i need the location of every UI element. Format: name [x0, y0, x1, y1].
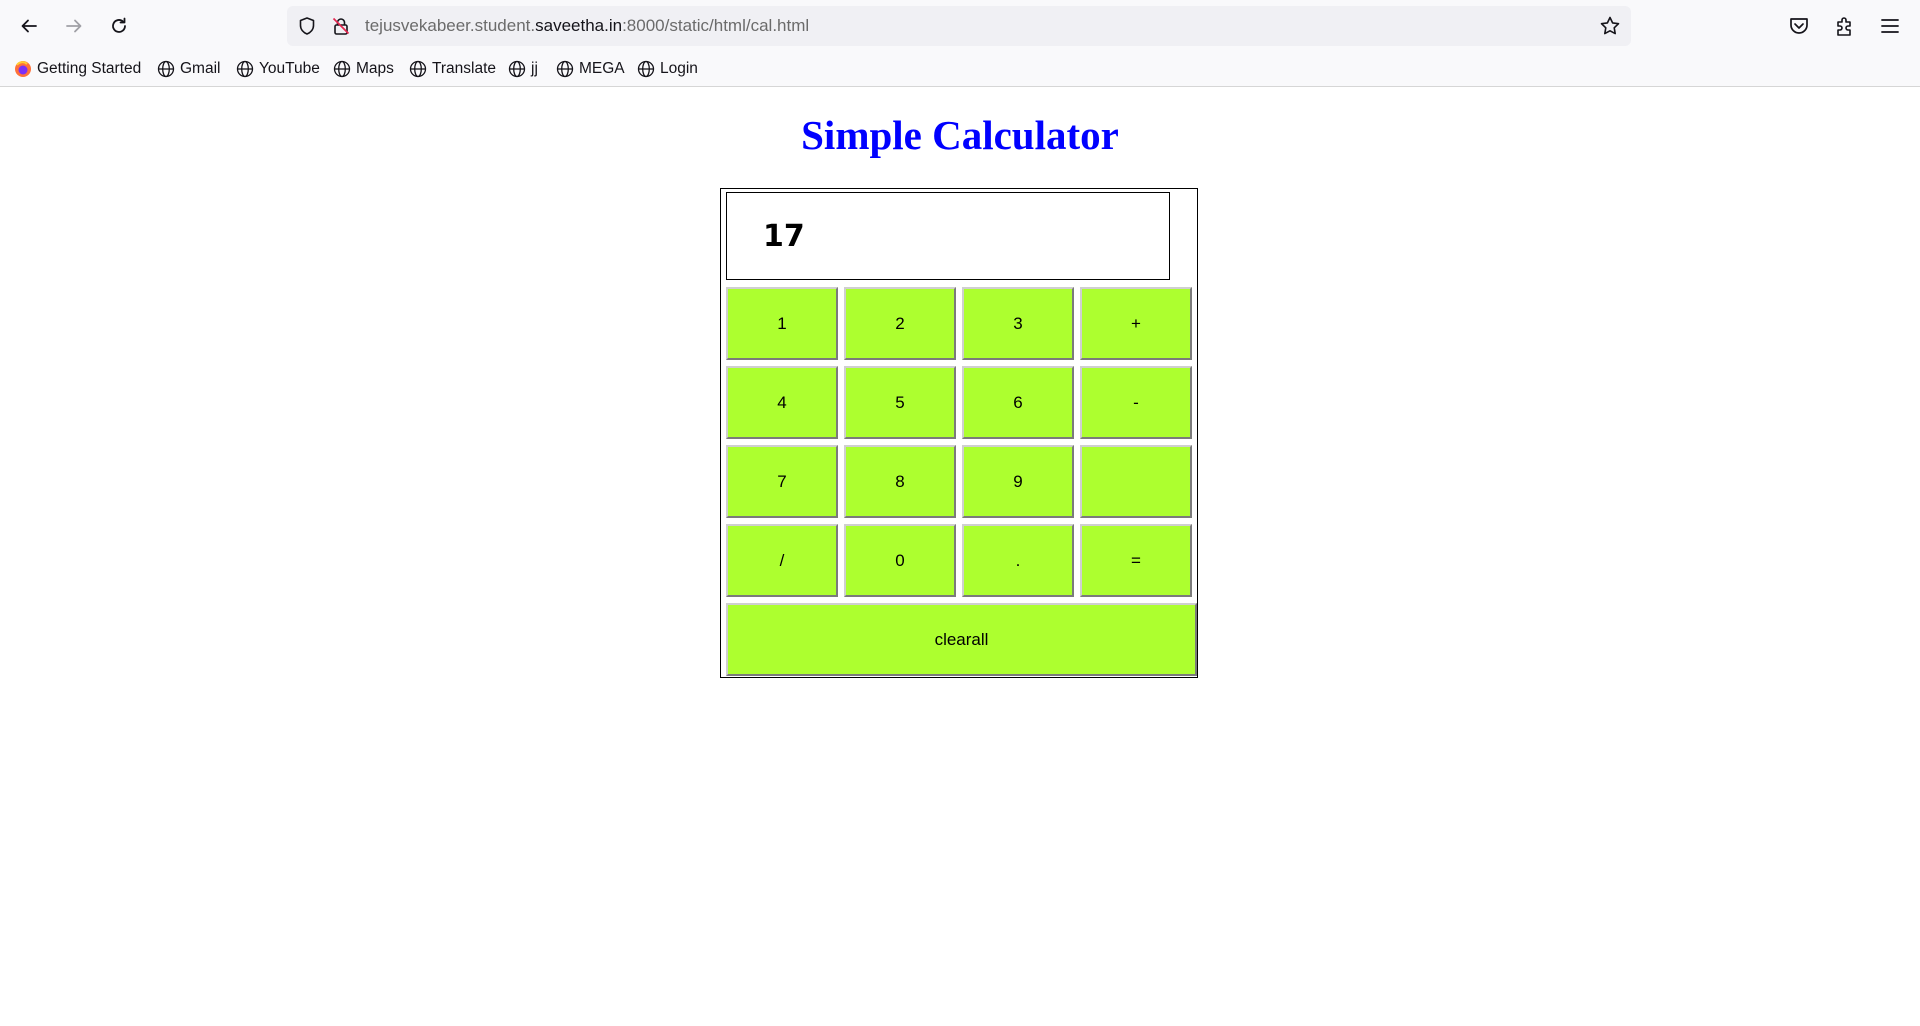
- url-suffix: :8000/static/html/cal.html: [622, 16, 810, 35]
- extensions-icon[interactable]: [1833, 14, 1857, 38]
- bookmark-label: Translate: [432, 60, 497, 77]
- bookmark-translate[interactable]: Translate: [409, 59, 496, 79]
- key-1[interactable]: 1: [726, 287, 838, 360]
- back-button[interactable]: [12, 9, 46, 43]
- key-2[interactable]: 2: [844, 287, 956, 360]
- globe-icon: [556, 60, 574, 78]
- bookmark-star-icon[interactable]: [1599, 15, 1621, 37]
- bookmark-login[interactable]: Login: [637, 59, 698, 79]
- bookmark-label: Getting Started: [37, 60, 142, 77]
- key-blank[interactable]: [1080, 445, 1192, 518]
- key-minus[interactable]: -: [1080, 366, 1192, 439]
- page-title: Simple Calculator: [801, 112, 1119, 158]
- insecure-lock-icon[interactable]: [331, 16, 351, 36]
- key-7[interactable]: 7: [726, 445, 838, 518]
- calculator-display[interactable]: 17: [726, 192, 1170, 280]
- key-5[interactable]: 5: [844, 366, 956, 439]
- bookmark-label: YouTube: [259, 60, 320, 77]
- bookmark-getting-started[interactable]: Getting Started: [14, 59, 141, 79]
- pocket-icon[interactable]: [1787, 14, 1811, 38]
- url-domain: saveetha.in: [535, 16, 623, 35]
- key-4[interactable]: 4: [726, 366, 838, 439]
- reload-button[interactable]: [102, 9, 136, 43]
- clearall-button[interactable]: clearall: [726, 603, 1197, 676]
- browser-toolbar: tejusvekabeer.student.saveetha.in:8000/s…: [0, 0, 1920, 52]
- bookmark-jj[interactable]: jj: [508, 59, 538, 79]
- menu-icon[interactable]: [1878, 14, 1902, 38]
- globe-icon: [409, 60, 427, 78]
- address-bar[interactable]: tejusvekabeer.student.saveetha.in:8000/s…: [287, 6, 1631, 46]
- bookmark-label: jj: [531, 60, 538, 77]
- bookmark-label: MEGA: [579, 60, 625, 77]
- shield-icon[interactable]: [297, 16, 317, 36]
- bookmark-gmail[interactable]: Gmail: [157, 59, 220, 79]
- reload-icon: [112, 17, 126, 33]
- bookmarks-toolbar: Getting Started Gmail YouTube Maps Trans…: [0, 52, 1920, 87]
- key-divide[interactable]: /: [726, 524, 838, 597]
- key-8[interactable]: 8: [844, 445, 956, 518]
- globe-icon: [236, 60, 254, 78]
- calculator: 17 1 2 3 + 4 5 6 - 7 8 9 / 0 . = clearal…: [720, 188, 1198, 678]
- forward-arrow-icon: [66, 19, 82, 33]
- key-decimal[interactable]: .: [962, 524, 1074, 597]
- url-prefix: tejusvekabeer.student.: [365, 16, 536, 35]
- bookmark-label: Gmail: [180, 60, 221, 77]
- key-0[interactable]: 0: [844, 524, 956, 597]
- globe-icon: [333, 60, 351, 78]
- bookmark-label: Login: [660, 60, 698, 77]
- key-plus[interactable]: +: [1080, 287, 1192, 360]
- key-6[interactable]: 6: [962, 366, 1074, 439]
- back-arrow-icon: [21, 19, 37, 33]
- forward-button[interactable]: [57, 9, 91, 43]
- globe-icon: [637, 60, 655, 78]
- key-9[interactable]: 9: [962, 445, 1074, 518]
- bookmark-maps[interactable]: Maps: [333, 59, 394, 79]
- globe-icon: [157, 60, 175, 78]
- bookmark-label: Maps: [356, 60, 394, 77]
- globe-icon: [508, 60, 526, 78]
- key-3[interactable]: 3: [962, 287, 1074, 360]
- bookmark-mega[interactable]: MEGA: [556, 59, 625, 79]
- bookmark-youtube[interactable]: YouTube: [236, 59, 320, 79]
- url-text[interactable]: tejusvekabeer.student.saveetha.in:8000/s…: [365, 16, 809, 36]
- key-equals[interactable]: =: [1080, 524, 1192, 597]
- firefox-icon: [15, 61, 31, 77]
